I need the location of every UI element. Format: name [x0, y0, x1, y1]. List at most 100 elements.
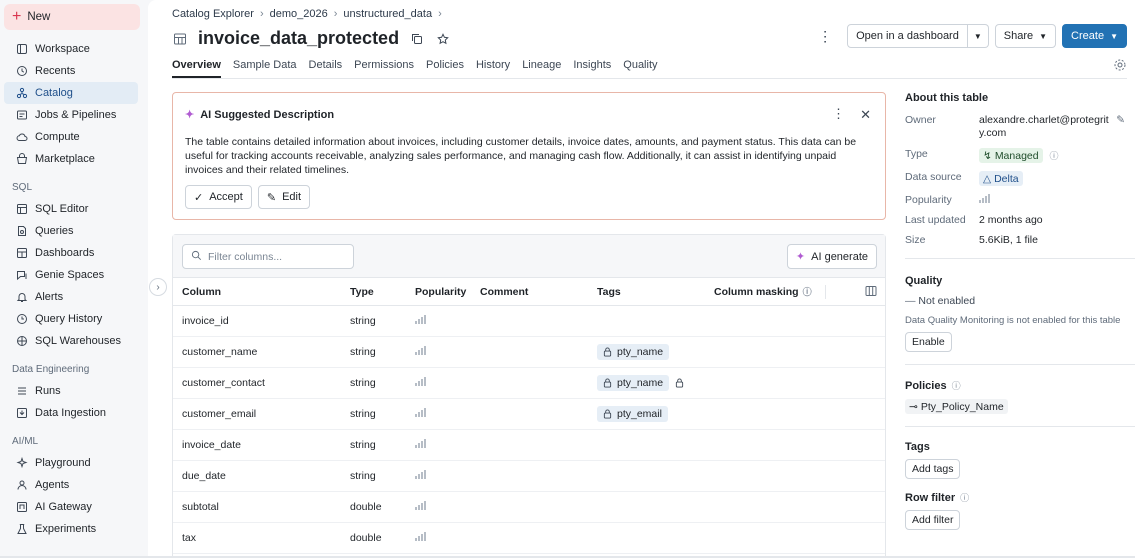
- header-column-masking[interactable]: Column masking ⓘ: [705, 285, 825, 298]
- star-icon[interactable]: [435, 31, 451, 47]
- type-row: Type ↯ Managed ⓘ: [905, 148, 1135, 163]
- sidebar-item-sql-warehouses[interactable]: SQL Warehouses: [4, 330, 138, 352]
- tab-policies[interactable]: Policies: [426, 59, 464, 78]
- table-row[interactable]: customer_contact string pty_name: [173, 368, 885, 399]
- new-button[interactable]: + New: [4, 4, 140, 30]
- accept-button[interactable]: ✓ Accept: [185, 185, 252, 209]
- columns-icon[interactable]: [865, 285, 877, 297]
- runs-icon: [16, 385, 28, 397]
- filter-columns-input[interactable]: Filter columns...: [182, 244, 354, 269]
- cell-tags[interactable]: pty_name: [588, 375, 705, 391]
- sidebar-item-data-ingestion[interactable]: Data Ingestion: [4, 402, 138, 424]
- tag-chip[interactable]: pty_name: [597, 344, 670, 360]
- sidebar-item-genie-spaces[interactable]: Genie Spaces: [4, 264, 138, 286]
- table-row[interactable]: customer_name string pty_name: [173, 337, 885, 368]
- header-popularity[interactable]: Popularity: [406, 286, 471, 298]
- cell-type: string: [350, 439, 376, 451]
- close-icon[interactable]: ✕: [860, 107, 871, 123]
- sidebar-item-runs[interactable]: Runs: [4, 380, 138, 402]
- tag-chip[interactable]: pty_name: [597, 375, 670, 391]
- header-actions: ⋮ Open in a dashboard ▼ Share ▼ Create ▼: [815, 24, 1127, 48]
- info-icon[interactable]: ⓘ: [960, 491, 969, 504]
- sidebar-item-playground[interactable]: Playground: [4, 452, 138, 474]
- header-column[interactable]: Column: [173, 286, 341, 298]
- edit-button[interactable]: ✎ Edit: [257, 185, 311, 209]
- more-options-icon[interactable]: ⋮: [815, 28, 835, 45]
- size-value: 5.6KiB, 1 file: [979, 234, 1038, 246]
- open-dashboard-dropdown[interactable]: ▼: [967, 24, 989, 48]
- policy-item[interactable]: ⊸ Pty_Policy_Name: [905, 399, 1135, 414]
- enable-button[interactable]: Enable: [905, 332, 952, 352]
- size-row: Size 5.6KiB, 1 file: [905, 234, 1135, 246]
- sidebar-item-jobs[interactable]: Jobs & Pipelines: [4, 104, 138, 126]
- table-row[interactable]: customer_email string pty_email: [173, 399, 885, 430]
- sidebar-item-agents[interactable]: Agents: [4, 474, 138, 496]
- sidebar-item-label: Recents: [35, 65, 76, 77]
- tag-chip[interactable]: pty_email: [597, 406, 668, 422]
- pencil-icon[interactable]: ✎: [1116, 114, 1125, 140]
- sidebar-item-label: Jobs & Pipelines: [35, 109, 117, 121]
- table-row[interactable]: tax double: [173, 523, 885, 554]
- sidebar-collapse-handle[interactable]: ›: [149, 278, 167, 296]
- new-button-label: New: [27, 11, 51, 23]
- sidebar-item-query-history[interactable]: Query History: [4, 308, 138, 330]
- add-filter-row: Add filter: [905, 510, 1135, 530]
- sidebar-item-dashboards[interactable]: Dashboards: [4, 242, 138, 264]
- chevron-down-icon: ▼: [973, 31, 982, 41]
- sidebar-item-experiments[interactable]: Experiments: [4, 518, 138, 540]
- tab-quality[interactable]: Quality: [623, 59, 657, 78]
- copy-icon[interactable]: [409, 31, 425, 47]
- table-row[interactable]: invoice_id string: [173, 306, 885, 337]
- owner-email[interactable]: alexandre.charlet@protegrity.com: [979, 114, 1109, 140]
- create-button[interactable]: Create ▼: [1062, 24, 1127, 48]
- sidebar-item-marketplace[interactable]: Marketplace: [4, 148, 138, 170]
- sidebar-item-alerts[interactable]: Alerts: [4, 286, 138, 308]
- sidebar-item-ai-gateway[interactable]: AI Gateway: [4, 496, 138, 518]
- cell-tags[interactable]: pty_email: [588, 406, 705, 422]
- sidebar-item-queries[interactable]: Queries: [4, 220, 138, 242]
- table-row[interactable]: due_date string: [173, 461, 885, 492]
- tab-details[interactable]: Details: [309, 59, 343, 78]
- header-comment[interactable]: Comment: [471, 286, 588, 298]
- table-row[interactable]: subtotal double: [173, 492, 885, 523]
- sidebar-item-label: AI Gateway: [35, 501, 92, 513]
- sidebar-item-catalog[interactable]: Catalog: [4, 82, 138, 104]
- tab-overview[interactable]: Overview: [172, 59, 221, 78]
- sidebar-item-sql-editor[interactable]: SQL Editor: [4, 198, 138, 220]
- sparkle-icon: ✦: [795, 251, 806, 263]
- dash-icon: —: [905, 295, 916, 307]
- ingestion-icon: [16, 407, 28, 419]
- tab-lineage[interactable]: Lineage: [522, 59, 561, 78]
- add-filter-button[interactable]: Add filter: [905, 510, 961, 530]
- add-tags-button[interactable]: Add tags: [905, 459, 961, 479]
- ai-generate-button[interactable]: ✦ AI generate: [786, 244, 877, 269]
- cell-tags[interactable]: pty_name: [588, 344, 705, 360]
- breadcrumb-schema[interactable]: unstructured_data: [343, 8, 432, 20]
- open-dashboard-button[interactable]: Open in a dashboard: [847, 24, 968, 48]
- header-tags[interactable]: Tags: [588, 286, 705, 298]
- queries-icon: [16, 225, 28, 237]
- sidebar: + New Workspace Recents Catalog Jobs & P…: [0, 0, 148, 558]
- sidebar-item-compute[interactable]: Compute: [4, 126, 138, 148]
- breadcrumb-catalog-explorer[interactable]: Catalog Explorer: [172, 8, 254, 20]
- table-header: Column Type Popularity Comment Tags Colu…: [173, 278, 885, 306]
- edit-button-label: Edit: [282, 191, 302, 203]
- gear-icon[interactable]: [1113, 58, 1127, 72]
- ai-card-title: AI Suggested Description: [200, 108, 335, 121]
- table-row[interactable]: invoice_date string: [173, 430, 885, 461]
- jobs-icon: [16, 109, 28, 121]
- header-type[interactable]: Type: [341, 286, 406, 298]
- cell-type: string: [350, 315, 376, 327]
- sidebar-item-recents[interactable]: Recents: [4, 60, 138, 82]
- info-icon[interactable]: ⓘ: [1050, 151, 1059, 161]
- tab-sample-data[interactable]: Sample Data: [233, 59, 297, 78]
- policy-name: Pty_Policy_Name: [920, 400, 1004, 413]
- more-options-icon[interactable]: ⋮: [832, 106, 845, 122]
- share-button[interactable]: Share ▼: [994, 24, 1057, 48]
- sidebar-item-workspace[interactable]: Workspace: [4, 38, 138, 60]
- tab-permissions[interactable]: Permissions: [354, 59, 414, 78]
- breadcrumb-catalog[interactable]: demo_2026: [270, 8, 328, 20]
- info-icon[interactable]: ⓘ: [952, 379, 961, 392]
- tab-history[interactable]: History: [476, 59, 510, 78]
- tab-insights[interactable]: Insights: [573, 59, 611, 78]
